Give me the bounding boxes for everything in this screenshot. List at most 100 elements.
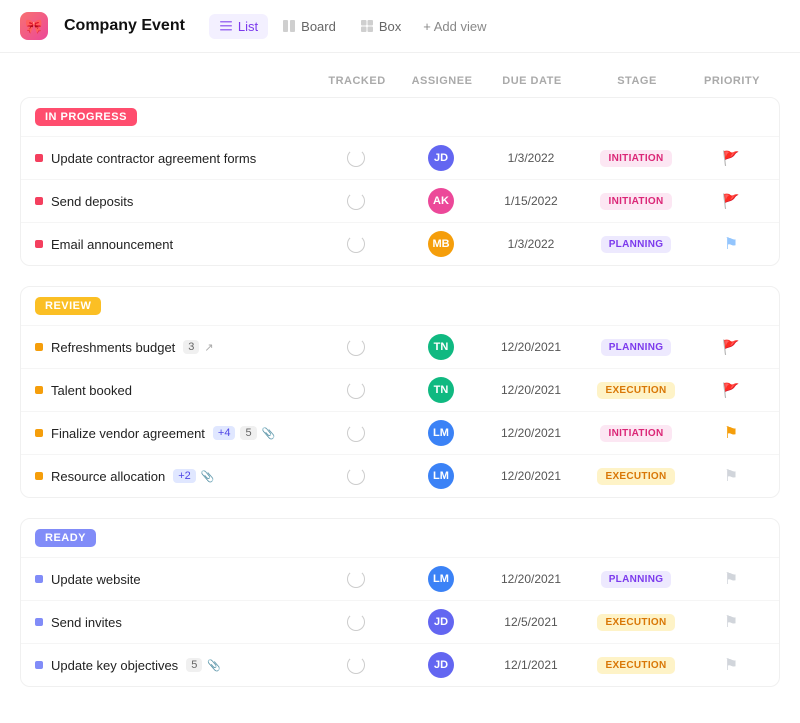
avatar: LM [428,463,454,489]
task-row[interactable]: Refreshments budget 3 ↗ TN 12/20/2021 PL… [21,325,779,368]
priority-cell: ⚑ [691,655,771,675]
section-review: REVIEW Refreshments budget 3 ↗ TN 12/20/… [20,286,780,498]
task-row[interactable]: Update contractor agreement forms JD 1/3… [21,136,779,179]
assignee-cell: LM [401,463,481,489]
tracked-cell [311,656,401,674]
meta-count-plus2: +2 [173,469,196,483]
meta-count: 3 [183,340,199,354]
task-dot [35,197,43,205]
avatar: JD [428,652,454,678]
assignee-cell: MB [401,231,481,257]
section-in-progress: IN PROGRESS Update contractor agreement … [20,97,780,266]
app-header: 🎀 Company Event List Board B [0,0,800,53]
assignee-cell: LM [401,566,481,592]
stage-badge: INITIATION [600,150,671,167]
priority-flag: ⚑ [724,423,738,443]
task-dot [35,472,43,480]
task-row[interactable]: Talent booked TN 12/20/2021 EXECUTION 🚩 [21,368,779,411]
task-dot [35,618,43,626]
due-date: 12/20/2021 [481,426,581,440]
priority-cell: ⚑ [691,466,771,486]
task-meta: 3 ↗ [183,340,213,354]
refresh-icon [347,570,365,588]
stage-badge: INITIATION [600,193,671,210]
avatar: JD [428,609,454,635]
avatar: AK [428,188,454,214]
task-name: Email announcement [35,237,311,252]
stage-badge: INITIATION [600,425,671,442]
stage-badge: PLANNING [601,236,672,253]
stage-badge: EXECUTION [597,657,674,674]
due-date: 12/1/2021 [481,658,581,672]
refresh-small-icon: ↗ [204,341,213,354]
priority-flag: 🚩 [722,193,739,210]
tracked-cell [311,235,401,253]
paperclip-icon2: 📎 [201,470,215,483]
refresh-icon [347,192,365,210]
task-row[interactable]: Send deposits AK 1/15/2022 INITIATION 🚩 [21,179,779,222]
task-name: Talent booked [35,383,311,398]
task-name: Send deposits [35,194,311,209]
stage-cell: PLANNING [581,339,691,356]
stage-badge: EXECUTION [597,614,674,631]
refresh-icon [347,424,365,442]
tracked-cell [311,424,401,442]
stage-cell: EXECUTION [581,614,691,631]
add-view-button[interactable]: + Add view [415,14,494,39]
priority-cell: 🚩 [691,339,771,356]
col-name [48,75,312,87]
priority-flag: ⚑ [724,234,738,254]
avatar: TN [428,334,454,360]
box-icon [360,19,374,33]
task-dot [35,386,43,394]
priority-cell: 🚩 [691,382,771,399]
task-row[interactable]: Finalize vendor agreement +4 5 📎 LM 12/2… [21,411,779,454]
paperclip-icon: 📎 [262,427,276,440]
due-date: 12/20/2021 [481,383,581,397]
avatar: MB [428,231,454,257]
refresh-icon [347,467,365,485]
task-row[interactable]: Resource allocation +2 📎 LM 12/20/2021 E… [21,454,779,497]
avatar: LM [428,420,454,446]
task-row[interactable]: Send invites JD 12/5/2021 EXECUTION ⚑ [21,600,779,643]
col-assignee: ASSIGNEE [402,75,482,87]
due-date: 1/15/2022 [481,194,581,208]
refresh-icon [347,381,365,399]
badge-ready: READY [35,529,96,547]
tab-box[interactable]: Box [350,14,411,39]
priority-cell: ⚑ [691,612,771,632]
task-dot [35,343,43,351]
add-view-label: + Add view [423,19,486,34]
priority-flag: ⚑ [724,655,738,675]
refresh-icon [347,235,365,253]
col-due-date: DUE DATE [482,75,582,87]
assignee-cell: TN [401,377,481,403]
meta-count3: 5 [186,658,202,672]
task-meta: 5 📎 [186,658,221,672]
tab-board[interactable]: Board [272,14,346,39]
task-name: Refreshments budget 3 ↗ [35,340,311,355]
task-row[interactable]: Update website LM 12/20/2021 PLANNING ⚑ [21,557,779,600]
task-row[interactable]: Update key objectives 5 📎 JD 12/1/2021 E… [21,643,779,686]
col-tracked: TRACKED [312,75,402,87]
task-name: Update website [35,572,311,587]
list-icon [219,19,233,33]
section-header-ready: READY [21,519,779,557]
board-icon [282,19,296,33]
badge-in-progress: IN PROGRESS [35,108,137,126]
col-priority: PRIORITY [692,75,772,87]
tracked-cell [311,467,401,485]
meta-count2: 5 [240,426,256,440]
tab-list[interactable]: List [209,14,268,39]
stage-cell: EXECUTION [581,657,691,674]
task-row[interactable]: Email announcement MB 1/3/2022 PLANNING … [21,222,779,265]
due-date: 1/3/2022 [481,151,581,165]
task-name: Resource allocation +2 📎 [35,469,311,484]
priority-cell: ⚑ [691,423,771,443]
task-name: Update key objectives 5 📎 [35,658,311,673]
priority-flag: 🚩 [722,339,739,356]
section-header-review: REVIEW [21,287,779,325]
stage-badge: EXECUTION [597,468,674,485]
task-dot [35,661,43,669]
assignee-cell: JD [401,652,481,678]
